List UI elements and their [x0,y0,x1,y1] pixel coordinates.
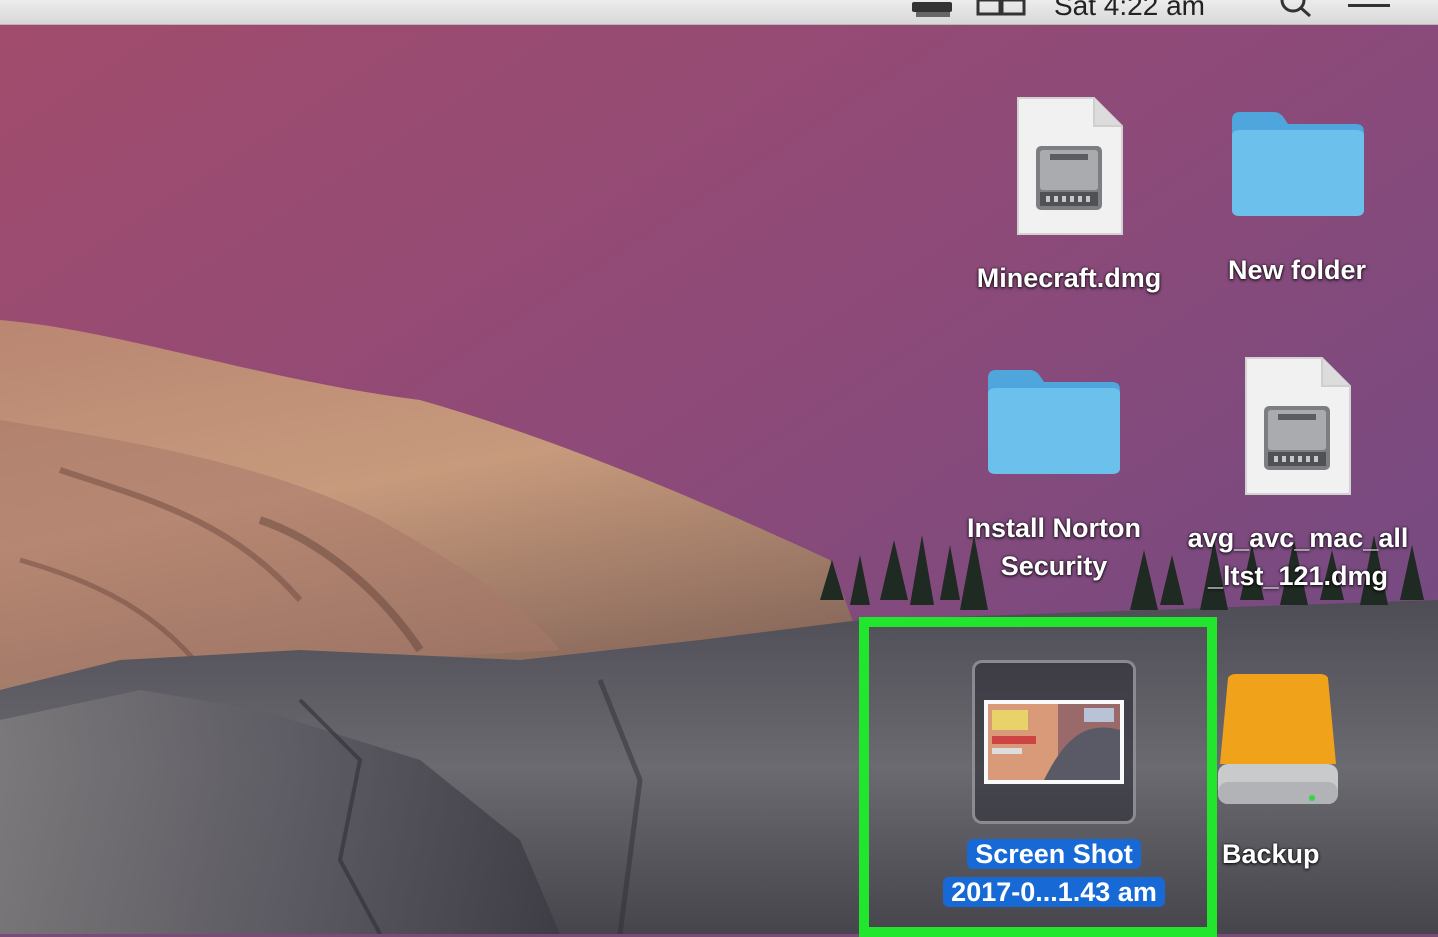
selected-label-text: 2017-0...1.43 am [943,877,1165,907]
desktop-icon-avg-avc-mac-dmg[interactable]: avg_avc_mac_all _ltst_121.dmg [1164,352,1432,596]
menubar-clock[interactable]: Sat 4:22 am [1054,0,1205,22]
desktop-icon-label-line1: Screen Shot [920,836,1188,873]
desktop-icon-label: New folder [1227,255,1367,285]
folder-icon [988,370,1120,474]
disk-image-file-icon [1245,357,1351,495]
selected-label-text: Screen Shot [967,839,1141,869]
folder-icon [1232,112,1364,216]
external-drive-icon [1218,674,1338,804]
desktop-icon-backup[interactable]: Backup [1210,668,1346,880]
desktop-icon-screen-shot[interactable]: Screen Shot 2017-0...1.43 am [920,656,1188,916]
desktop-icon-minecraft-dmg[interactable]: Minecraft.dmg [940,92,1198,302]
desktop-icon-label-line1: avg_avc_mac_all [1187,523,1409,553]
desktop-icon-new-folder[interactable]: New folder [1184,100,1410,300]
display-icon[interactable] [974,0,1030,24]
desktop-icon-label-line2: 2017-0...1.43 am [920,874,1188,911]
drive-icon[interactable] [910,0,954,24]
desktop-icon-label-line2: _ltst_121.dmg [1207,561,1389,591]
spotlight-search-icon[interactable] [1278,0,1314,24]
disk-image-file-icon [1017,97,1123,235]
desktop-icon-install-norton-security[interactable]: Install Norton Security [936,360,1172,592]
desktop-icon-label: Backup [1222,839,1320,869]
screenshot-thumbnail-icon [984,700,1124,784]
notification-center-icon[interactable] [1346,0,1392,24]
desktop-icon-label: Minecraft.dmg [976,263,1162,293]
desktop-icon-label-line1: Install Norton [967,513,1141,543]
desktop-icon-label-line2: Security [1000,551,1108,581]
menu-bar: Sat 4:22 am [0,0,1438,25]
